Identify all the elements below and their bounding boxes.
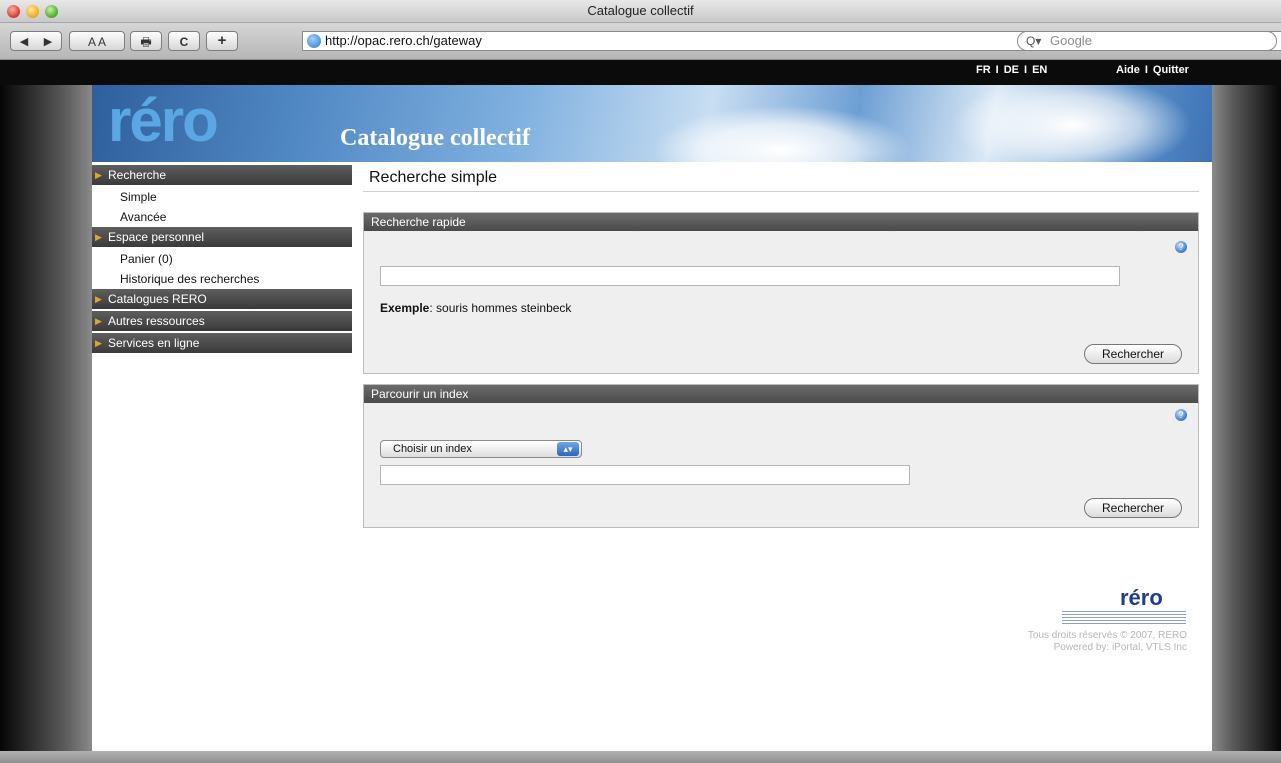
example-label: Exemple <box>380 301 430 315</box>
footer-rero-logo[interactable]: réro <box>1120 585 1163 611</box>
browser-toolbar: ◀ ▶ A A 🖶 C + http://opac.rero.ch/gateway… <box>0 23 1281 60</box>
help-icon[interactable]: ? <box>1175 241 1187 253</box>
nav-section-label: Espace personnel <box>108 230 205 244</box>
window-bottom-edge <box>0 751 1281 763</box>
separator: I <box>1144 64 1148 76</box>
back-forward-button[interactable]: ◀ ▶ <box>10 31 62 51</box>
quick-search-input[interactable] <box>380 266 1120 286</box>
top-bar <box>0 60 1281 85</box>
arrow-right-icon: ▶ <box>95 338 102 348</box>
nav-section-label: Catalogues RERO <box>108 292 207 306</box>
nav-section-services-en-ligne[interactable]: ▶ Services en ligne <box>92 333 352 353</box>
right-gutter <box>1212 85 1281 751</box>
add-bookmark-icon[interactable]: + <box>206 31 238 51</box>
help-quit-links: Aide I Quitter <box>1116 64 1189 76</box>
panel-heading: Parcourir un index <box>364 385 1198 403</box>
footer-logo-tagline <box>1062 611 1186 625</box>
powered-by-text: Powered by: iPortal, VTLS Inc <box>1053 642 1187 653</box>
window-title: Catalogue collectif <box>587 3 694 18</box>
page-content: réro Catalogue collectif ▶ Recherche Simp… <box>92 85 1212 751</box>
print-icon[interactable]: 🖶 <box>130 31 162 51</box>
browse-search-button[interactable]: Rechercher <box>1084 498 1182 518</box>
nav-section-label: Recherche <box>108 168 167 182</box>
arrow-right-icon: ▶ <box>95 232 102 242</box>
quick-search-button[interactable]: Rechercher <box>1084 344 1182 364</box>
cloud-decoration <box>652 105 912 162</box>
nav-item-panier[interactable]: Panier (0) <box>92 249 352 269</box>
header-banner: réro Catalogue collectif <box>92 85 1212 162</box>
left-gutter <box>0 85 92 751</box>
nav-item-simple[interactable]: Simple <box>92 187 352 207</box>
quit-link[interactable]: Quitter <box>1153 64 1189 76</box>
text-size-button[interactable]: A A <box>69 31 125 51</box>
nav-section-label: Services en ligne <box>108 336 200 350</box>
nav-section-label: Autres ressources <box>108 314 205 328</box>
nav-section-autres-ressources[interactable]: ▶ Autres ressources <box>92 311 352 331</box>
footer-text: Tous droits réservés © 2007, RERO Powere… <box>952 630 1187 654</box>
browse-index-panel: Parcourir un index ? Choisir un index ▴▾… <box>363 384 1199 528</box>
lang-fr-link[interactable]: FR <box>976 64 991 76</box>
page-title: Recherche simple <box>363 165 1199 192</box>
address-url[interactable]: http://opac.rero.ch/gateway <box>325 32 482 50</box>
cloud-decoration <box>952 85 1192 162</box>
arrow-right-icon: ▶ <box>95 294 102 304</box>
nav-section-espace-personnel[interactable]: ▶ Espace personnel <box>92 227 352 247</box>
search-icon[interactable]: Q▾ <box>1026 32 1041 50</box>
forward-arrow-icon[interactable]: ▶ <box>36 32 60 52</box>
help-link[interactable]: Aide <box>1116 64 1140 76</box>
nav-section-catalogues-rero[interactable]: ▶ Catalogues RERO <box>92 289 352 309</box>
help-icon[interactable]: ? <box>1175 409 1187 421</box>
select-arrows-icon[interactable]: ▴▾ <box>557 442 579 456</box>
back-arrow-icon[interactable]: ◀ <box>12 32 36 52</box>
copyright-text: Tous droits réservés © 2007, RERO <box>1027 630 1187 641</box>
nav-section-recherche[interactable]: ▶ Recherche <box>92 165 352 185</box>
separator: I <box>995 64 999 76</box>
arrow-right-icon: ▶ <box>95 316 102 326</box>
lang-en-link[interactable]: EN <box>1032 64 1047 76</box>
example-text: : souris hommes steinbeck <box>429 301 572 315</box>
separator: I <box>1024 64 1028 76</box>
nav-item-avancee[interactable]: Avancée <box>92 207 352 227</box>
banner-title: Catalogue collectif <box>340 125 530 151</box>
lang-de-link[interactable]: DE <box>1004 64 1019 76</box>
arrow-right-icon: ▶ <box>95 170 102 180</box>
rero-logo[interactable]: réro <box>108 91 219 151</box>
search-placeholder: Google <box>1050 33 1092 48</box>
globe-icon <box>307 34 321 48</box>
language-switcher: FR I DE I EN <box>976 64 1047 76</box>
reload-icon[interactable]: C <box>168 31 200 51</box>
quick-search-panel: Recherche rapide ? Exemple: souris homme… <box>363 212 1199 374</box>
index-select[interactable]: Choisir un index ▴▾ <box>380 440 582 458</box>
panel-heading: Recherche rapide <box>364 213 1198 231</box>
search-example: Exemple: souris hommes steinbeck <box>380 301 571 315</box>
main-content: Recherche simple Recherche rapide ? Exem… <box>363 165 1199 528</box>
browser-search-field[interactable]: Q▾ Google <box>1017 31 1277 51</box>
nav-item-historique[interactable]: Historique des recherches <box>92 269 352 289</box>
window-titlebar: Catalogue collectif <box>0 0 1281 23</box>
sidebar-nav: ▶ Recherche Simple Avancée ▶ Espace person… <box>92 165 352 355</box>
index-select-value: Choisir un index <box>393 443 472 455</box>
browse-index-input[interactable] <box>380 465 910 485</box>
